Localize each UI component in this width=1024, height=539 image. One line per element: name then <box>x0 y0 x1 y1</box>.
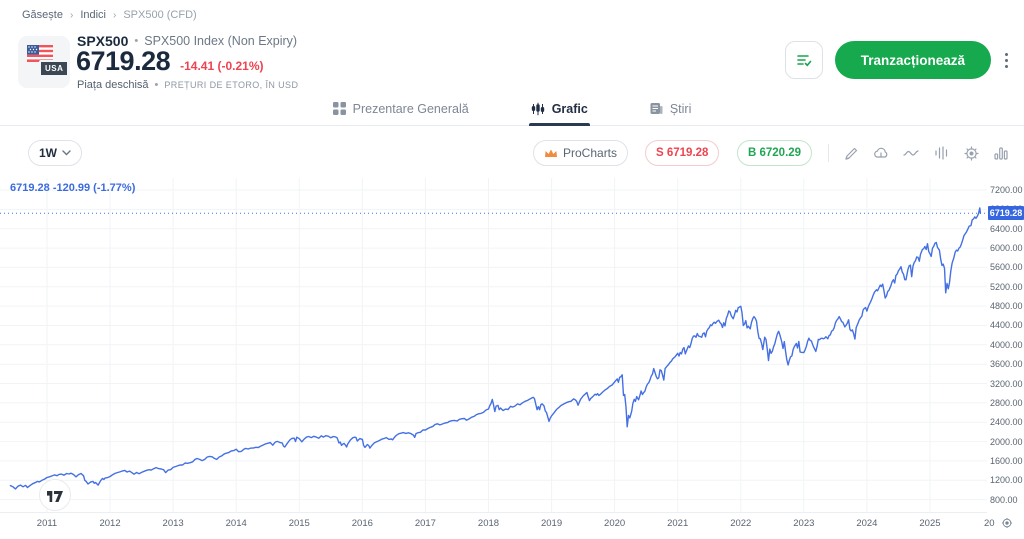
country-badge: USA <box>39 60 69 77</box>
news-icon <box>650 102 663 115</box>
y-axis-label: 4400.00 <box>990 320 1023 330</box>
chevron-right-icon: › <box>113 10 116 21</box>
x-axis-label: 2023 <box>793 518 814 529</box>
y-axis-label: 3600.00 <box>990 359 1023 369</box>
buy-button[interactable]: B 6720.29 <box>737 140 812 166</box>
cloud-icon[interactable] <box>873 145 889 161</box>
tab-news[interactable]: Știri <box>648 92 694 125</box>
x-axis-label: 2017 <box>415 518 436 529</box>
last-price-tag: 6719.28 <box>988 206 1024 220</box>
volume-icon[interactable] <box>993 145 1009 161</box>
axis-settings-icon[interactable] <box>1001 516 1013 534</box>
chart-type-icon[interactable] <box>933 145 949 161</box>
chart-legend: 6719.28 -120.99 (-1.77%) <box>10 182 135 194</box>
market-status: Piața deschisă <box>77 79 149 91</box>
y-axis-label: 4800.00 <box>990 301 1023 311</box>
candlestick-chart-icon <box>531 102 545 116</box>
dot-separator: • <box>155 79 159 91</box>
x-axis-label: 2011 <box>37 518 57 529</box>
y-axis-label: 3200.00 <box>990 379 1023 389</box>
x-axis-label: 20 <box>984 518 996 529</box>
settings-icon[interactable] <box>963 145 979 161</box>
y-axis-label: 2400.00 <box>990 417 1023 427</box>
chart-toolbar: 1W ProCharts S 6719.28 B 6720.29 <box>0 140 1024 166</box>
y-axis-label: 2800.00 <box>990 398 1023 408</box>
tab-overview[interactable]: Prezentare Generală <box>331 92 471 125</box>
x-axis-label: 2016 <box>352 518 373 529</box>
y-axis-label: 1600.00 <box>990 456 1023 466</box>
timeframe-selector[interactable]: 1W <box>28 140 82 166</box>
y-axis-label: 7200.00 <box>990 185 1023 195</box>
x-axis-label: 2025 <box>919 518 940 529</box>
breadcrumb-item-discover[interactable]: Găsește <box>22 9 63 21</box>
instrument-page: Găsește › Indici › SPX500 (CFD) USA SPX5… <box>0 0 1024 539</box>
price-axis[interactable]: 7200.006800.006400.006000.005600.005200.… <box>990 178 1024 512</box>
y-axis-label: 4000.00 <box>990 340 1023 350</box>
order-button[interactable] <box>785 41 823 79</box>
order-list-icon <box>795 51 813 69</box>
trade-button[interactable]: Tranzacționează <box>835 41 991 79</box>
price-source-note: PREȚURI DE ETORO, ÎN USD <box>164 80 298 90</box>
y-axis-label: 1200.00 <box>990 475 1023 485</box>
y-axis-label: 6000.00 <box>990 243 1023 253</box>
tradingview-logo[interactable] <box>39 479 71 511</box>
x-axis-label: 2019 <box>541 518 562 529</box>
breadcrumb-item-indices[interactable]: Indici <box>80 9 106 21</box>
chevron-right-icon: › <box>70 10 73 21</box>
sell-button[interactable]: S 6719.28 <box>645 140 719 166</box>
grid-icon <box>333 102 346 115</box>
timeframe-value: 1W <box>39 146 57 160</box>
breadcrumb: Găsește › Indici › SPX500 (CFD) <box>22 9 197 21</box>
toolbar-divider <box>828 144 829 162</box>
tab-chart[interactable]: Grafic <box>529 92 590 125</box>
tab-bar: Prezentare Generală Grafic Știri <box>0 92 1024 126</box>
indicator-icon[interactable] <box>903 145 919 161</box>
chevron-down-icon <box>62 150 71 156</box>
y-axis-label: 2000.00 <box>990 437 1023 447</box>
x-axis-label: 2018 <box>478 518 499 529</box>
crown-icon <box>544 148 558 159</box>
tab-label: Știri <box>670 102 692 116</box>
draw-icon[interactable] <box>843 145 859 161</box>
y-axis-label: 5600.00 <box>990 262 1023 272</box>
more-options-menu[interactable] <box>1003 49 1010 72</box>
breadcrumb-item-current: SPX500 (CFD) <box>123 9 196 21</box>
procharts-label: ProCharts <box>563 146 617 160</box>
x-axis-label: 2024 <box>856 518 877 529</box>
y-axis-label: 6400.00 <box>990 224 1023 234</box>
x-axis-label: 2022 <box>730 518 751 529</box>
x-axis-label: 2015 <box>289 518 310 529</box>
chart-tools <box>843 140 1024 166</box>
x-axis-label: 2014 <box>226 518 247 529</box>
x-axis-label: 2020 <box>604 518 625 529</box>
chart-panel: 6719.28 -120.99 (-1.77%) 7200.006800.006… <box>0 178 1024 539</box>
tab-label: Prezentare Generală <box>353 102 469 116</box>
x-axis-label: 2012 <box>99 518 120 529</box>
y-axis-label: 5200.00 <box>990 282 1023 292</box>
instrument-logo: USA <box>18 36 70 88</box>
current-price: 6719.28 <box>76 46 170 77</box>
y-axis-label: 800.00 <box>990 495 1018 505</box>
price-chart[interactable] <box>0 178 987 512</box>
time-axis[interactable]: 2011 2012 2013 2014 2015 2016 2017 2018 2019 2020… <box>0 512 987 532</box>
x-axis-label: 2021 <box>667 518 688 529</box>
tab-label: Grafic <box>552 102 588 116</box>
procharts-button[interactable]: ProCharts <box>533 140 628 166</box>
x-axis-label: 2013 <box>163 518 184 529</box>
price-change: -14.41 (-0.21%) <box>180 59 263 73</box>
